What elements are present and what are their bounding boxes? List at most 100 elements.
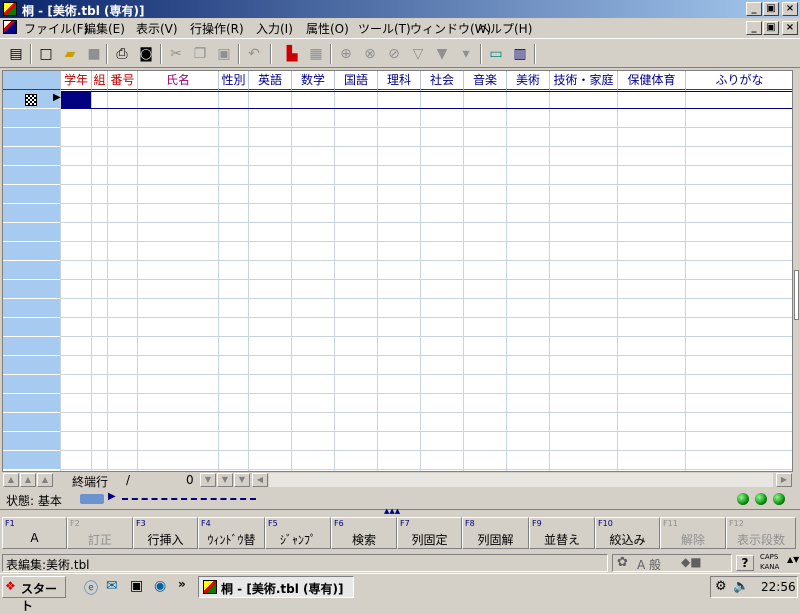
menu-view[interactable]: 表示(V) — [136, 20, 178, 37]
save-icon[interactable]: ■ — [84, 44, 104, 64]
filter-off-icon[interactable]: ▾ — [456, 44, 476, 64]
undo-icon[interactable]: ↶ — [244, 44, 264, 64]
print-icon[interactable]: ⎙ — [112, 44, 132, 64]
fkey-f1[interactable]: F1 A — [2, 517, 67, 549]
horizontal-scrollbar[interactable] — [269, 473, 773, 487]
row-header[interactable] — [3, 413, 61, 432]
sort-icon[interactable]: ▦ — [306, 44, 326, 64]
current-row[interactable] — [61, 91, 792, 109]
column-header[interactable]: 数学 — [292, 71, 335, 90]
row-header[interactable] — [3, 337, 61, 356]
menu-edit[interactable]: 編集(E) — [84, 20, 125, 37]
prev-page-button[interactable]: ▲ — [20, 473, 36, 487]
menu-file[interactable]: ファイル(F) — [24, 20, 88, 37]
fkey-f5[interactable]: F5 ｼﾞｬﾝﾌﾟ — [265, 517, 331, 549]
row-header[interactable] — [3, 204, 61, 223]
copy-icon[interactable]: ❐ — [190, 44, 210, 64]
doc-restore-button[interactable]: ▣ — [763, 21, 779, 35]
cut-icon[interactable]: ✂ — [166, 44, 186, 64]
ime-icon[interactable]: ✿ — [617, 555, 628, 570]
filter-on-icon[interactable]: ▼ — [432, 44, 452, 64]
print-preview-icon[interactable]: ◙ — [136, 44, 156, 64]
ie-icon[interactable]: ⓔ — [84, 578, 98, 598]
row-header[interactable] — [3, 166, 61, 185]
fkey-f12[interactable]: F12 表示段数 — [726, 517, 796, 549]
menu-help[interactable]: ヘルプ(H) — [478, 20, 532, 37]
menu-tools[interactable]: ツール(T) — [358, 20, 411, 37]
start-button[interactable]: ❖ スタート — [2, 576, 66, 613]
outlook-icon[interactable]: ✉ — [106, 578, 118, 594]
fkey-f8[interactable]: F8 列固解 — [462, 517, 529, 549]
prev-record-button[interactable]: ▲ — [37, 473, 53, 487]
column-header[interactable]: 番号 — [108, 71, 138, 90]
menu-row-ops[interactable]: 行操作(R) — [190, 20, 244, 37]
fkey-f4[interactable]: F4 ｳｨﾝﾄﾞｳ替 — [198, 517, 265, 549]
row-header[interactable] — [3, 356, 61, 375]
menu-input[interactable]: 入力(I) — [256, 20, 293, 37]
close-button[interactable]: × — [782, 2, 798, 16]
filter-icon[interactable]: ▽ — [408, 44, 428, 64]
splitter-arrows-icon[interactable]: ▲▲▲ — [384, 507, 400, 515]
fkey-f6[interactable]: F6 検索 — [331, 517, 397, 549]
table-view-icon[interactable]: ▤ — [6, 44, 26, 64]
column-header[interactable]: 英語 — [249, 71, 292, 90]
fkey-f3[interactable]: F3 行挿入 — [133, 517, 198, 549]
spin-icon[interactable]: ▲▼ — [787, 555, 799, 564]
row-header[interactable] — [3, 375, 61, 394]
volume-icon[interactable]: 🔈 — [733, 579, 749, 594]
fkey-f7[interactable]: F7 列固定 — [397, 517, 462, 549]
paste-icon[interactable]: ▣ — [214, 44, 234, 64]
ime-panel[interactable]: ✿ A 般 ◆■ — [612, 554, 732, 572]
column-header[interactable]: 性別 — [219, 71, 249, 90]
help-icon[interactable]: ? — [736, 555, 754, 571]
fkey-f11[interactable]: F11 解除 — [660, 517, 726, 549]
app-icon[interactable] — [3, 2, 17, 16]
minimize-button[interactable]: _ — [746, 2, 762, 16]
row-header[interactable] — [3, 242, 61, 261]
column-header[interactable]: 技術・家庭 — [550, 71, 618, 90]
task-button[interactable]: 桐 - [美術.tbl (専有)] — [198, 576, 354, 598]
row-header[interactable] — [3, 261, 61, 280]
data-grid[interactable]: 学年 組 番号 氏名 性別 英語 数学 国語 理科 社会 音楽 美術 技術・家庭… — [2, 70, 793, 472]
row-header[interactable] — [3, 394, 61, 413]
search-icon[interactable]: ⊕ — [336, 44, 356, 64]
column-header[interactable]: ふりがな — [686, 71, 792, 90]
first-record-button[interactable]: ▲ — [3, 473, 19, 487]
fkey-f2[interactable]: F2 訂正 — [67, 517, 133, 549]
column-header[interactable]: 美術 — [507, 71, 550, 90]
scroll-thumb[interactable] — [794, 270, 799, 320]
column-header[interactable]: 氏名 — [138, 71, 219, 90]
open-icon[interactable]: ▰ — [60, 44, 80, 64]
doc-close-button[interactable]: × — [782, 21, 798, 35]
tray-app-icon[interactable]: ⚙ — [715, 579, 727, 594]
new-icon[interactable]: □ — [36, 44, 56, 64]
next-record-button[interactable]: ▼ — [200, 473, 216, 487]
fkey-f10[interactable]: F10 絞込み — [595, 517, 660, 549]
chart-bar-icon[interactable]: ▙ — [282, 44, 302, 64]
row-header[interactable] — [3, 147, 61, 166]
row-header[interactable] — [3, 432, 61, 451]
ime-mode[interactable]: A 般 — [637, 556, 661, 573]
graph-icon[interactable]: ▥ — [510, 44, 530, 64]
splitter[interactable]: ▲▲▲ — [0, 507, 800, 517]
row-header[interactable] — [3, 299, 61, 318]
column-header[interactable]: 理科 — [378, 71, 421, 90]
row-header[interactable] — [3, 185, 61, 204]
form-icon[interactable]: ▭ — [486, 44, 506, 64]
title-bar[interactable]: 桐 - [美術.tbl (専有)] _ ▣ × — [0, 0, 800, 18]
column-header[interactable]: 国語 — [335, 71, 378, 90]
doc-minimize-button[interactable]: _ — [746, 21, 762, 35]
row-header[interactable] — [3, 451, 61, 470]
next-page-button[interactable]: ▼ — [217, 473, 233, 487]
scroll-right-button[interactable]: ▶ — [776, 473, 792, 487]
column-header[interactable]: 組 — [92, 71, 108, 90]
ime-tools-icon[interactable]: ◆■ — [681, 555, 702, 569]
column-header[interactable]: 音楽 — [464, 71, 507, 90]
quicklaunch-chevron[interactable]: » — [178, 577, 186, 591]
last-record-button[interactable]: ▼ — [234, 473, 250, 487]
column-header[interactable]: 社会 — [421, 71, 464, 90]
row-header[interactable] — [3, 223, 61, 242]
row-header[interactable] — [3, 280, 61, 299]
menu-attribute[interactable]: 属性(O) — [306, 20, 349, 37]
row-header[interactable] — [3, 128, 61, 147]
